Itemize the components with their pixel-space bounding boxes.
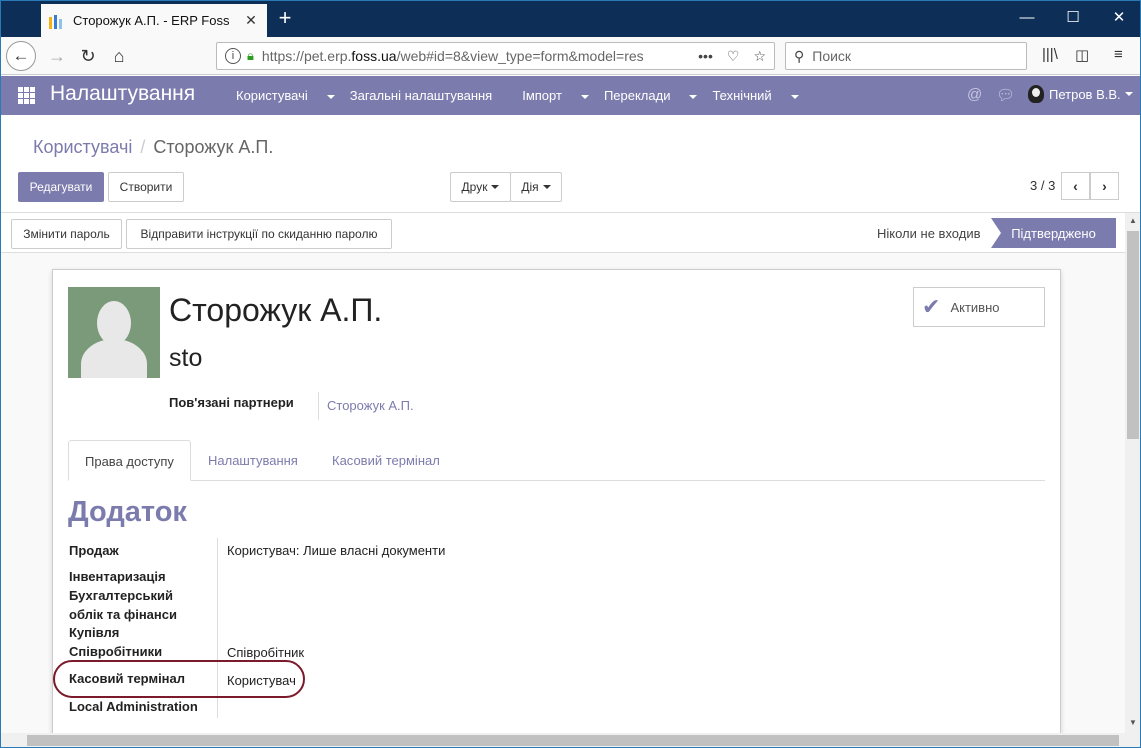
field-value-employees: Співробітник xyxy=(227,645,305,660)
avatar xyxy=(1028,85,1044,103)
new-tab-icon[interactable]: + xyxy=(271,5,299,33)
pager-value: 3 / 3 xyxy=(1030,178,1056,193)
create-button[interactable]: Створити xyxy=(108,172,184,202)
field-label-accounting: Бухгалтерський облік та фінанси xyxy=(69,588,177,622)
user-avatar-image[interactable] xyxy=(68,287,160,378)
checkmark-icon: ✔ xyxy=(922,294,941,319)
field-label-local-admin: Local Administration xyxy=(69,699,198,714)
page-actions-icon[interactable]: ••• xyxy=(698,48,713,65)
menu-general-settings[interactable]: Загальні налаштування xyxy=(350,88,507,103)
control-panel: Користувачі / Сторожук А.П. Редагувати Ств… xyxy=(1,115,1140,213)
related-partners-link[interactable]: Сторожук А.П. xyxy=(318,392,414,420)
user-name: Сторожук А.П. xyxy=(169,292,383,328)
vertical-scrollbar[interactable]: ▲ ▼ xyxy=(1125,213,1140,733)
caret-down-icon xyxy=(1124,92,1133,96)
app-header: Налаштування Користувачі Загальні налашт… xyxy=(1,76,1140,115)
scroll-up-icon[interactable]: ▲ xyxy=(1125,213,1140,229)
menu-technical[interactable]: Технічний xyxy=(712,88,799,103)
forward-arrow-icon[interactable]: → xyxy=(43,42,71,70)
tab-preferences[interactable]: Налаштування xyxy=(192,440,314,481)
change-password-button[interactable]: Змінити пароль xyxy=(11,219,122,249)
pager-previous-button[interactable]: ‹ xyxy=(1061,172,1090,200)
menu-translations[interactable]: Переклади xyxy=(604,88,698,103)
tab-pos[interactable]: Касовий термінал xyxy=(316,440,456,481)
field-label-employees: Співробітники xyxy=(69,644,163,659)
caret-down-icon xyxy=(491,185,500,189)
caret-down-icon xyxy=(580,94,589,99)
caret-down-icon xyxy=(689,94,698,99)
app-name: Налаштування xyxy=(50,82,196,105)
top-menu: Користувачі Загальні налаштування Імпорт… xyxy=(236,88,814,103)
library-icon[interactable]: |||\ xyxy=(1042,46,1058,63)
vertical-scroll-thumb[interactable] xyxy=(1127,231,1139,439)
reload-icon[interactable]: ↻ xyxy=(74,42,102,70)
menu-import[interactable]: Імпорт xyxy=(522,88,589,103)
browser-tab[interactable]: Сторожук А.П. - ERP Foss ✕ xyxy=(41,4,267,37)
breadcrumb-current: Сторожук А.П. xyxy=(153,137,274,157)
form-tabs: Права доступу Налаштування Касовий термі… xyxy=(68,440,1045,481)
search-icon: ⚲ xyxy=(794,47,805,64)
print-button[interactable]: Друк xyxy=(450,172,511,202)
info-icon[interactable]: i xyxy=(225,48,241,64)
pocket-icon[interactable]: ♡ xyxy=(727,48,740,65)
horizontal-scrollbar[interactable] xyxy=(1,733,1125,747)
tab-bar: Сторожук А.П. - ERP Foss ✕ + — ☐ ✕ xyxy=(1,1,1140,37)
window-close-icon[interactable]: ✕ xyxy=(1096,1,1140,37)
minimize-icon[interactable]: — xyxy=(1004,1,1050,37)
url-text: https://pet.erp.foss.ua/web#id=8&view_ty… xyxy=(261,48,644,64)
related-partners-label: Пов'язані партнери xyxy=(169,395,294,410)
at-mention-icon[interactable]: @ xyxy=(967,86,982,103)
menu-users[interactable]: Користувачі xyxy=(236,88,335,103)
caret-down-icon xyxy=(326,94,335,99)
tab-title: Сторожук А.П. - ERP Foss xyxy=(73,13,230,28)
back-arrow-icon[interactable]: ← xyxy=(6,41,36,71)
apps-grid-icon[interactable] xyxy=(18,87,35,104)
breadcrumb: Користувачі / Сторожук А.П. xyxy=(33,137,274,157)
section-title: Додаток xyxy=(68,496,187,528)
caret-down-icon xyxy=(790,94,799,99)
field-label-purchase: Купівля xyxy=(69,625,120,640)
url-bar[interactable]: i 🔒︎ https://pet.erp.foss.ua/web#id=8&vi… xyxy=(216,42,775,70)
browser-window: Сторожук А.П. - ERP Foss ✕ + — ☐ ✕ ← → ↻… xyxy=(0,0,1141,748)
browser-navbar: ← → ↻ ⌂ i 🔒︎ https://pet.erp.foss.ua/web… xyxy=(1,37,1140,75)
highlight-annotation xyxy=(53,660,305,698)
chat-bubbles-icon[interactable]: 💬︎ xyxy=(996,86,1015,104)
bookmark-star-icon[interactable]: ☆ xyxy=(753,48,766,65)
tab-access-rights[interactable]: Права доступу xyxy=(68,440,191,481)
send-reset-instructions-button[interactable]: Відправити інструкції по скиданню паролю xyxy=(126,219,392,249)
field-label-inventory: Інвентаризація xyxy=(69,569,166,584)
browser-search-input[interactable]: ⚲ Поиск xyxy=(785,42,1027,70)
status-confirmed[interactable]: Підтверджено xyxy=(991,218,1116,248)
sidebar-icon[interactable]: ◫ xyxy=(1075,46,1089,64)
home-icon[interactable]: ⌂ xyxy=(105,42,133,70)
edit-button[interactable]: Редагувати xyxy=(18,172,104,202)
user-login: sto xyxy=(169,344,203,372)
form-statusbar: Змінити пароль Відправити інструкції по … xyxy=(1,213,1125,253)
pager-next-button[interactable]: › xyxy=(1090,172,1119,200)
menu-hamburger-icon[interactable]: ≡ xyxy=(1114,46,1123,63)
horizontal-scroll-thumb[interactable] xyxy=(27,735,1119,746)
breadcrumb-users-link[interactable]: Користувачі xyxy=(33,137,132,157)
action-button[interactable]: Дія xyxy=(510,172,562,202)
field-value-sales: Користувач: Лише власні документи xyxy=(227,543,446,558)
close-tab-icon[interactable]: ✕ xyxy=(243,12,259,29)
field-label-sales: Продаж xyxy=(69,543,119,558)
active-toggle-button[interactable]: ✔ Активно xyxy=(913,287,1045,327)
scroll-down-icon[interactable]: ▼ xyxy=(1125,715,1140,731)
user-menu[interactable]: Петров В.В. xyxy=(1028,85,1133,103)
lock-icon: 🔒︎ xyxy=(247,48,254,63)
maximize-icon[interactable]: ☐ xyxy=(1050,1,1096,37)
caret-down-icon xyxy=(542,185,551,189)
site-favicon-icon xyxy=(49,13,65,29)
status-never-logged-in[interactable]: Ніколи не входив xyxy=(877,218,981,248)
